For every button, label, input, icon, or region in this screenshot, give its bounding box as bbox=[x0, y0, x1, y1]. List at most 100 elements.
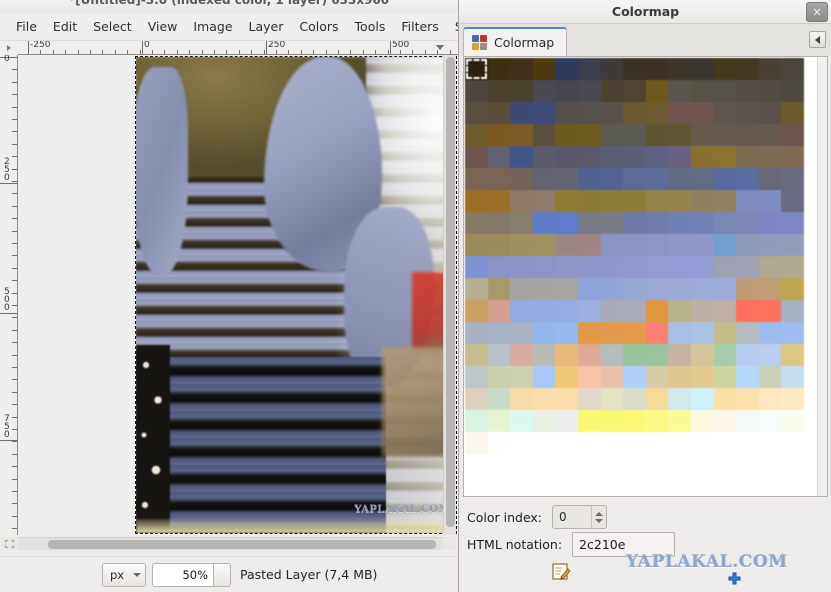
horizontal-ruler[interactable]: -250 0 250 500 bbox=[18, 41, 460, 55]
colormap-swatch[interactable] bbox=[690, 190, 714, 212]
colormap-vertical-scrollbar[interactable] bbox=[817, 57, 827, 496]
colormap-swatch[interactable] bbox=[532, 168, 556, 190]
colormap-swatch[interactable] bbox=[645, 102, 669, 124]
colormap-swatch[interactable] bbox=[532, 80, 556, 102]
tab-colormap[interactable]: Colormap bbox=[463, 27, 568, 56]
colormap-swatch[interactable] bbox=[736, 190, 759, 212]
gimp-titlebar[interactable]: *[Untitled]-3.0 (indexed color, 1 layer)… bbox=[0, 0, 460, 13]
colormap-swatch[interactable] bbox=[690, 168, 714, 190]
colormap-swatch[interactable] bbox=[713, 300, 737, 322]
colormap-swatch[interactable] bbox=[555, 344, 578, 366]
colormap-swatch[interactable] bbox=[577, 168, 601, 190]
colormap-swatch[interactable] bbox=[623, 146, 646, 168]
colormap-swatch[interactable] bbox=[668, 124, 691, 146]
colormap-swatch[interactable] bbox=[532, 102, 556, 124]
colormap-swatch[interactable] bbox=[532, 344, 556, 366]
colormap-swatch[interactable] bbox=[713, 366, 737, 388]
colormap-swatch[interactable] bbox=[713, 322, 737, 344]
colormap-swatch[interactable] bbox=[668, 102, 691, 124]
canvas-viewport[interactable]: YAPLAKAL.COM bbox=[18, 55, 460, 535]
colormap-swatch[interactable] bbox=[781, 300, 804, 322]
colormap-swatch[interactable] bbox=[690, 278, 714, 300]
colormap-swatch[interactable] bbox=[781, 80, 804, 102]
color-index-value[interactable]: 0 bbox=[553, 506, 591, 528]
colormap-swatch[interactable] bbox=[736, 388, 759, 410]
colormap-swatch[interactable] bbox=[758, 212, 782, 234]
colormap-swatch[interactable] bbox=[600, 58, 624, 80]
scrollbar-thumb[interactable] bbox=[48, 540, 436, 549]
colormap-swatch[interactable] bbox=[577, 322, 601, 344]
colormap-swatch[interactable] bbox=[645, 234, 669, 256]
colormap-swatch[interactable] bbox=[758, 80, 782, 102]
colormap-swatch[interactable] bbox=[623, 388, 646, 410]
colormap-swatch[interactable] bbox=[600, 278, 624, 300]
colormap-swatch[interactable] bbox=[690, 366, 714, 388]
colormap-swatch[interactable] bbox=[736, 124, 759, 146]
colormap-swatch[interactable] bbox=[465, 234, 488, 256]
colormap-swatch[interactable] bbox=[713, 168, 737, 190]
colormap-swatch[interactable] bbox=[600, 190, 624, 212]
colormap-swatch[interactable] bbox=[623, 212, 646, 234]
colormap-swatch[interactable] bbox=[532, 322, 556, 344]
colormap-swatch[interactable] bbox=[532, 212, 556, 234]
colormap-swatch[interactable] bbox=[623, 168, 646, 190]
colormap-swatch[interactable] bbox=[645, 168, 669, 190]
colormap-swatch[interactable] bbox=[668, 212, 691, 234]
colormap-swatch[interactable] bbox=[690, 322, 714, 344]
colormap-swatch[interactable] bbox=[713, 344, 737, 366]
colormap-swatch[interactable] bbox=[645, 190, 669, 212]
colormap-swatch[interactable] bbox=[623, 190, 646, 212]
colormap-swatch[interactable] bbox=[645, 146, 669, 168]
colormap-swatch[interactable] bbox=[623, 256, 646, 278]
colormap-swatch[interactable] bbox=[577, 190, 601, 212]
colormap-swatch[interactable] bbox=[600, 300, 624, 322]
menu-tools[interactable]: Tools bbox=[347, 16, 394, 37]
colormap-swatch[interactable] bbox=[555, 146, 578, 168]
colormap-swatch[interactable] bbox=[555, 234, 578, 256]
colormap-swatch[interactable] bbox=[690, 212, 714, 234]
colormap-swatch[interactable] bbox=[487, 80, 511, 102]
colormap-swatch[interactable] bbox=[668, 278, 691, 300]
colormap-swatch[interactable] bbox=[487, 168, 511, 190]
colormap-swatch[interactable] bbox=[713, 124, 737, 146]
colormap-swatch[interactable] bbox=[623, 58, 646, 80]
colormap-swatch[interactable] bbox=[645, 322, 669, 344]
colormap-swatch[interactable] bbox=[690, 80, 714, 102]
colormap-swatch[interactable] bbox=[532, 410, 556, 432]
colormap-palette-area[interactable] bbox=[463, 56, 828, 497]
colormap-swatch[interactable] bbox=[781, 234, 804, 256]
colormap-swatch[interactable] bbox=[623, 124, 646, 146]
colormap-swatch[interactable] bbox=[555, 256, 578, 278]
colormap-swatch[interactable] bbox=[555, 124, 578, 146]
colormap-swatch[interactable] bbox=[577, 256, 601, 278]
colormap-swatch[interactable] bbox=[465, 212, 488, 234]
colormap-swatch[interactable] bbox=[555, 102, 578, 124]
colormap-swatch[interactable] bbox=[510, 432, 533, 454]
menu-select[interactable]: Select bbox=[85, 16, 140, 37]
colormap-swatch[interactable] bbox=[600, 124, 624, 146]
colormap-swatch[interactable] bbox=[577, 432, 601, 454]
colormap-swatch[interactable] bbox=[668, 234, 691, 256]
menu-colors[interactable]: Colors bbox=[291, 16, 346, 37]
scrollbar-thumb[interactable] bbox=[446, 57, 455, 527]
colormap-swatch[interactable] bbox=[487, 190, 511, 212]
close-icon[interactable]: × bbox=[806, 2, 828, 22]
navigation-preview-button[interactable] bbox=[443, 537, 456, 550]
colormap-swatch[interactable] bbox=[645, 366, 669, 388]
colormap-swatch[interactable] bbox=[555, 300, 578, 322]
colormap-swatch[interactable] bbox=[600, 80, 624, 102]
menu-filters[interactable]: Filters bbox=[393, 16, 446, 37]
colormap-swatch[interactable] bbox=[555, 410, 578, 432]
colormap-swatch[interactable] bbox=[577, 58, 601, 80]
colormap-swatch[interactable] bbox=[781, 410, 804, 432]
colormap-swatch[interactable] bbox=[781, 190, 804, 212]
colormap-swatch[interactable] bbox=[668, 190, 691, 212]
colormap-swatch[interactable] bbox=[781, 278, 804, 300]
colormap-swatch[interactable] bbox=[690, 102, 714, 124]
colormap-swatch[interactable] bbox=[781, 102, 804, 124]
colormap-swatch[interactable] bbox=[668, 388, 691, 410]
colormap-swatch[interactable] bbox=[713, 256, 737, 278]
colormap-swatch[interactable] bbox=[577, 344, 601, 366]
colormap-swatch[interactable] bbox=[532, 58, 556, 80]
colormap-swatch[interactable] bbox=[510, 256, 533, 278]
